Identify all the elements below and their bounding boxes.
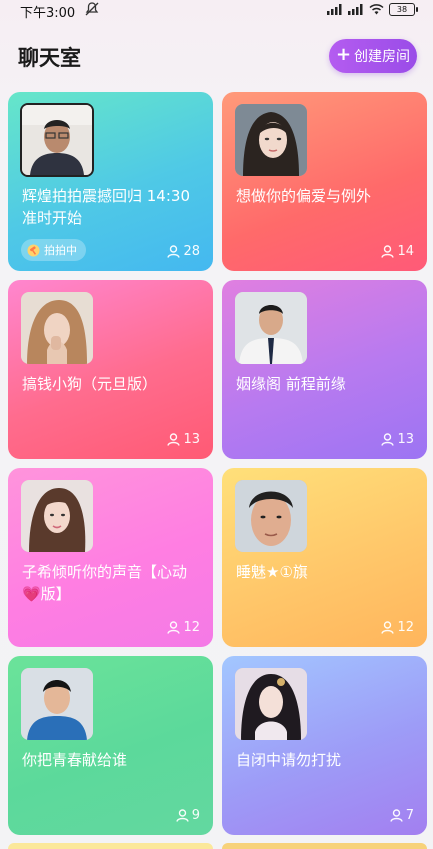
member-count: 13 <box>381 432 414 447</box>
room-card-peek[interactable] <box>222 843 427 849</box>
status-badge-label: 拍拍中 <box>44 244 77 257</box>
page-title: 聊天室 <box>18 46 81 70</box>
member-count: 7 <box>390 808 414 823</box>
room-avatar <box>235 292 307 364</box>
member-count-value: 13 <box>397 432 414 447</box>
room-title: 辉煌拍拍震撼回归 14:30准时开始 <box>22 187 190 227</box>
room-card[interactable]: 睡魅★①旗 12 <box>222 468 427 647</box>
room-card[interactable]: 姻缘阁 前程前缘 13 <box>222 280 427 459</box>
user-icon <box>381 245 395 258</box>
plus-icon: + <box>335 44 352 65</box>
member-count: 12 <box>381 620 414 635</box>
user-icon <box>176 809 189 822</box>
create-room-label: 创建房间 <box>354 49 411 65</box>
user-icon <box>167 245 181 258</box>
room-card-peek[interactable] <box>8 843 213 849</box>
member-count: 9 <box>176 808 200 823</box>
member-count-value: 13 <box>183 432 200 447</box>
header: 聊天室 + 创建房间 <box>0 30 433 82</box>
status-time: 下午3:00 <box>20 6 76 21</box>
member-count-value: 12 <box>183 620 200 635</box>
room-title: 搞钱小狗（元旦版） <box>22 375 158 393</box>
room-card[interactable]: 你把青春献给谁 9 <box>8 656 213 835</box>
member-count-value: 28 <box>183 244 200 259</box>
auction-hammer-icon <box>27 244 40 256</box>
status-bar: 下午3:00 38 <box>0 0 433 22</box>
status-badge: 拍拍中 <box>21 239 86 261</box>
room-card[interactable]: 子希倾听你的声音【心动💗版】 12 <box>8 468 213 647</box>
user-icon <box>381 621 395 634</box>
room-avatar <box>21 668 93 740</box>
member-count-value: 12 <box>397 620 414 635</box>
room-avatar <box>20 103 94 177</box>
user-icon <box>390 809 403 822</box>
member-count-value: 9 <box>191 808 200 823</box>
room-card[interactable]: 自闭中请勿打扰 7 <box>222 656 427 835</box>
mute-icon <box>85 2 99 16</box>
room-card[interactable]: 想做你的偏爱与例外 14 <box>222 92 427 271</box>
room-title: 你把青春献给谁 <box>22 751 128 769</box>
user-icon <box>167 433 181 446</box>
room-avatar <box>21 292 93 364</box>
room-title: 子希倾听你的声音【心动💗版】 <box>22 563 188 603</box>
battery-icon: 38 <box>389 3 418 16</box>
member-count: 28 <box>167 244 200 259</box>
room-title: 姻缘阁 前程前缘 <box>236 375 346 393</box>
room-avatar <box>235 668 307 740</box>
member-count: 12 <box>167 620 200 635</box>
signal-icon <box>327 4 342 15</box>
member-count-value: 14 <box>397 244 414 259</box>
room-title: 想做你的偏爱与例外 <box>236 187 372 205</box>
room-avatar <box>235 104 307 176</box>
room-avatar <box>235 480 307 552</box>
create-room-button[interactable]: + 创建房间 <box>329 39 417 73</box>
wifi-icon <box>369 4 384 15</box>
room-title: 自闭中请勿打扰 <box>236 751 342 769</box>
room-card[interactable]: 搞钱小狗（元旦版） 13 <box>8 280 213 459</box>
member-count: 14 <box>381 244 414 259</box>
room-title: 睡魅★①旗 <box>236 563 308 581</box>
signal-icon-2 <box>348 4 363 15</box>
room-card[interactable]: 辉煌拍拍震撼回归 14:30准时开始 拍拍中 28 <box>8 92 213 271</box>
member-count-value: 7 <box>405 808 414 823</box>
member-count: 13 <box>167 432 200 447</box>
user-icon <box>167 621 181 634</box>
user-icon <box>381 433 395 446</box>
room-avatar <box>21 480 93 552</box>
